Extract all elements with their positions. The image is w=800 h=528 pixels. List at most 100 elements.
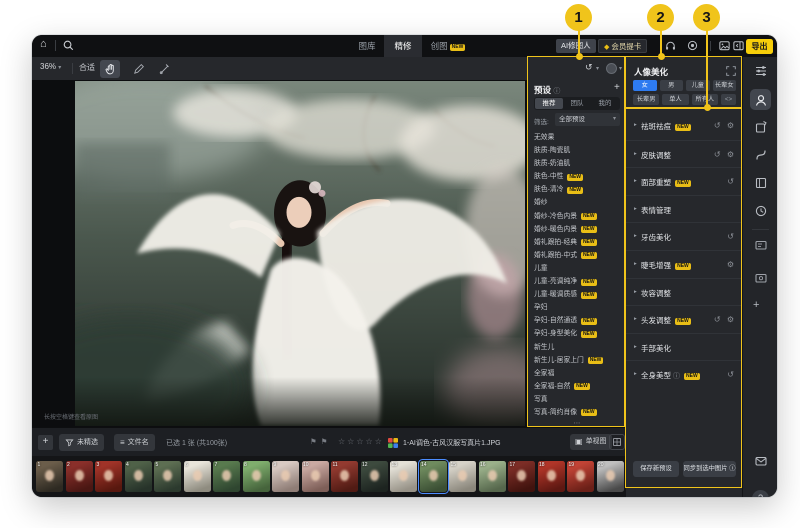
- filmstrip-thumb[interactable]: 19: [567, 461, 594, 492]
- preset-tab-我的[interactable]: 我的: [591, 98, 619, 109]
- add-icon[interactable]: +: [753, 299, 759, 311]
- subject-chip-女[interactable]: 女: [633, 80, 657, 91]
- preset-filter-dropdown[interactable]: 全部预设▾: [555, 113, 620, 126]
- preset-item[interactable]: 全家福-自然 NEW: [534, 380, 624, 393]
- headset-icon[interactable]: [664, 39, 678, 53]
- section-icons[interactable]: ↺ ⚙: [714, 315, 736, 324]
- star-rating[interactable]: ☆☆☆☆☆: [338, 437, 384, 446]
- preset-item[interactable]: 写真: [534, 393, 624, 406]
- zoom-level-dropdown[interactable]: 36% ▾: [40, 62, 61, 71]
- filmstrip-thumb[interactable]: 6: [184, 461, 211, 492]
- section-icons[interactable]: ↺ ⚙: [714, 150, 736, 159]
- filmstrip-thumb[interactable]: 1: [36, 461, 63, 492]
- filmstrip-thumb[interactable]: 4: [125, 461, 152, 492]
- preset-tab-推荐[interactable]: 推荐: [535, 98, 563, 109]
- preset-item[interactable]: 无效果: [534, 131, 624, 144]
- beautify-section[interactable]: ▸手部美化: [626, 333, 743, 361]
- filmstrip-thumb[interactable]: 15: [449, 461, 476, 492]
- frame-icon[interactable]: [753, 175, 768, 190]
- filmstrip-thumb[interactable]: 10: [302, 461, 329, 492]
- preset-avatar-menu[interactable]: [606, 63, 617, 74]
- preset-item[interactable]: 婚纱: [534, 196, 624, 209]
- sync-to-selected-button[interactable]: 同步到选中图片 ⓘ: [683, 461, 736, 477]
- subject-chip-长辈男[interactable]: 长辈男: [633, 94, 659, 105]
- preset-item[interactable]: 新生儿: [534, 341, 624, 354]
- filmstrip-thumb[interactable]: 3: [95, 461, 122, 492]
- filmstrip-thumb[interactable]: 18: [538, 461, 565, 492]
- filmstrip-thumb[interactable]: 5: [154, 461, 181, 492]
- preset-item[interactable]: 全家福: [534, 367, 624, 380]
- preset-item[interactable]: 肤质-奶油肌: [534, 157, 624, 170]
- tab-retouch[interactable]: 精修: [384, 35, 422, 57]
- subject-chip-单人[interactable]: 单人: [662, 94, 688, 105]
- preset-item[interactable]: 孕妇-自然通透 NEW: [534, 314, 624, 327]
- export-button[interactable]: 导出: [746, 39, 773, 54]
- history-reset-icon[interactable]: ↺: [585, 62, 593, 73]
- preset-item[interactable]: 儿童-亮调纯净 NEW: [534, 275, 624, 288]
- section-icons[interactable]: ↺: [727, 177, 736, 186]
- preset-item[interactable]: 写真-简约肖像 NEW: [534, 406, 624, 419]
- home-icon[interactable]: ⌂: [40, 38, 47, 50]
- save-preset-button[interactable]: 保存新预设: [633, 461, 679, 477]
- beautify-section[interactable]: ▸祛斑祛痘 NEW↺ ⚙: [626, 112, 743, 140]
- section-icons[interactable]: ↺ ⚙: [714, 121, 736, 130]
- ai-retoucher-button[interactable]: AI修图人: [556, 39, 596, 53]
- beautify-section[interactable]: ▸表情管理: [626, 195, 743, 223]
- filmstrip-thumb[interactable]: 11: [331, 461, 358, 492]
- liquify-icon[interactable]: [753, 147, 768, 162]
- feedback-mail-icon[interactable]: [753, 453, 768, 468]
- subject-chip-所有人[interactable]: 所有人: [692, 94, 718, 105]
- preset-item[interactable]: 肤色-清冷 NEW: [534, 183, 624, 196]
- help-icon[interactable]: ?: [752, 490, 769, 497]
- retouch-pen-tool[interactable]: [128, 60, 148, 78]
- add-preset-button[interactable]: +: [614, 82, 620, 93]
- preset-item[interactable]: 婚礼跟拍-经典 NEW: [534, 236, 624, 249]
- subject-chip-男[interactable]: 男: [660, 80, 684, 91]
- crop-rotate-icon[interactable]: [753, 119, 768, 134]
- beautify-section[interactable]: ▸头发调整 NEW↺ ⚙: [626, 305, 743, 333]
- member-button[interactable]: ◆会员提卡: [598, 39, 647, 53]
- status-icon[interactable]: [686, 39, 700, 53]
- search-icon[interactable]: [62, 39, 75, 52]
- preset-tab-团队[interactable]: 团队: [563, 98, 591, 109]
- color-label-icon[interactable]: [388, 438, 398, 448]
- section-icons[interactable]: ↺: [727, 370, 736, 379]
- beautify-section[interactable]: ▸皮肤调整↺ ⚙: [626, 140, 743, 168]
- filmstrip-thumb[interactable]: 20: [597, 461, 624, 492]
- tab-gallery[interactable]: 图库: [350, 35, 384, 57]
- editor-canvas[interactable]: 长按空格键查看原图: [32, 80, 527, 427]
- filter-unpicked-button[interactable]: 未精选: [59, 434, 104, 451]
- subject-chip-custom[interactable]: <>: [721, 94, 736, 105]
- beautify-section[interactable]: ▸牙齿美化↺: [626, 222, 743, 250]
- filmstrip-thumb[interactable]: 8: [243, 461, 270, 492]
- filmstrip-thumb[interactable]: 14: [420, 461, 447, 492]
- section-icons[interactable]: ⚙: [727, 260, 736, 269]
- filmstrip-thumb[interactable]: 13: [390, 461, 417, 492]
- preset-item[interactable]: 孕妇: [534, 301, 624, 314]
- beautify-section[interactable]: ▸全身美型 ⓘ NEW↺: [626, 360, 743, 388]
- preset-item[interactable]: 儿童: [534, 262, 624, 275]
- preset-item[interactable]: 肤色-中性 NEW: [534, 170, 624, 183]
- preset-item[interactable]: 婚纱-冷色内景 NEW: [534, 210, 624, 223]
- hand-tool[interactable]: [100, 60, 120, 78]
- compare-b-icon[interactable]: [753, 270, 768, 285]
- eraser-pen-tool[interactable]: [154, 60, 174, 78]
- beautify-section[interactable]: ▸睫毛增强 NEW⚙: [626, 250, 743, 278]
- portrait-tool-icon[interactable]: [750, 89, 771, 110]
- add-photos-button[interactable]: +: [38, 435, 53, 450]
- fit-view-button[interactable]: 合适: [79, 62, 95, 73]
- single-view-button[interactable]: ▣ 单视图: [570, 434, 612, 450]
- history-icon[interactable]: [753, 203, 768, 218]
- preset-item[interactable]: 孕妇-身型美化 NEW: [534, 327, 624, 340]
- preset-item[interactable]: 婚礼跟拍-中式 NEW: [534, 249, 624, 262]
- preset-item[interactable]: 肤质-陶瓷肌: [534, 144, 624, 157]
- compare-a-icon[interactable]: [753, 237, 768, 252]
- section-icons[interactable]: ↺: [727, 232, 736, 241]
- subject-chip-长辈女[interactable]: 长辈女: [713, 80, 737, 91]
- filmstrip-thumb[interactable]: 17: [508, 461, 535, 492]
- gallery-icon[interactable]: [718, 39, 732, 53]
- beautify-section[interactable]: ▸面部重塑 NEW↺: [626, 167, 743, 195]
- adjust-sliders-icon[interactable]: [753, 63, 768, 78]
- preset-item[interactable]: 婚纱-暖色内景 NEW: [534, 223, 624, 236]
- beautify-section[interactable]: ▸妆容调整: [626, 278, 743, 306]
